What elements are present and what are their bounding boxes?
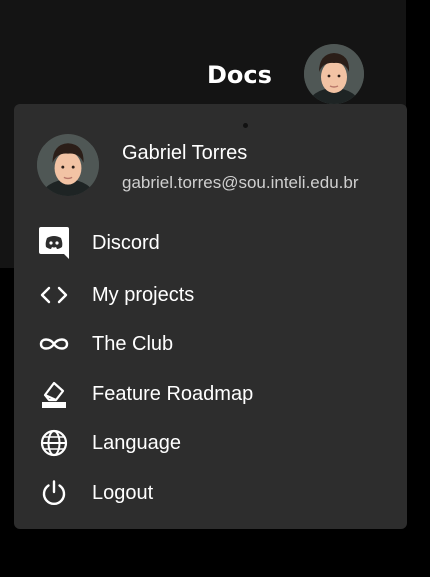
page: Docs Gabriel Torres gabriel.torres@sou.i… — [0, 0, 430, 577]
menu-item-label: The Club — [92, 333, 174, 355]
menu-item-label: Discord — [92, 232, 160, 254]
power-icon — [38, 477, 70, 509]
menu-item-the-club[interactable]: The Club — [14, 322, 407, 366]
menu-item-label: My projects — [92, 284, 195, 306]
user-avatar — [37, 134, 99, 196]
menu-item-language[interactable]: Language — [14, 421, 407, 465]
code-icon — [38, 279, 70, 311]
discord-icon — [38, 227, 70, 259]
user-menu-dropdown: Gabriel Torres gabriel.torres@sou.inteli… — [14, 104, 407, 529]
user-email: gabriel.torres@sou.inteli.edu.br — [122, 173, 359, 192]
user-name: Gabriel Torres — [122, 142, 248, 164]
infinity-icon — [38, 328, 70, 360]
eraser-icon — [38, 378, 70, 410]
menu-item-label: Language — [92, 432, 181, 454]
menu-item-label: Feature Roadmap — [92, 383, 254, 405]
menu-item-label: Logout — [92, 482, 154, 504]
avatar-image — [37, 134, 99, 196]
menu-item-feature-roadmap[interactable]: Feature Roadmap — [14, 372, 407, 416]
docs-link[interactable]: Docs — [207, 60, 272, 90]
menu-item-my-projects[interactable]: My projects — [14, 273, 407, 317]
menu-item-discord[interactable]: Discord — [14, 221, 407, 265]
avatar-image — [304, 44, 364, 104]
menu-item-logout[interactable]: Logout — [14, 471, 407, 515]
header-avatar-button[interactable] — [304, 44, 364, 104]
menu-caret — [243, 123, 248, 128]
globe-icon — [38, 427, 70, 459]
